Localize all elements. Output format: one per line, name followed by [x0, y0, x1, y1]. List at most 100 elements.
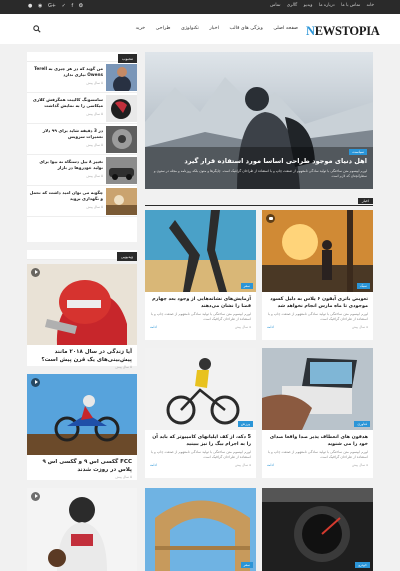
- list-item-date: ۵ سال پیش: [86, 205, 103, 209]
- nav-item-news[interactable]: اخبار: [209, 26, 219, 31]
- post-meta: ۵ سال پیش ادامه: [262, 322, 373, 329]
- user-icon[interactable]: ●: [28, 3, 32, 9]
- post-date: ۵ سال پیش: [351, 463, 368, 468]
- thumbnail-image: [106, 95, 137, 122]
- category-badge[interactable]: فناوری: [354, 421, 370, 427]
- top-link[interactable]: گالری: [287, 3, 297, 8]
- nav-item-tech[interactable]: تکنولوژی: [181, 26, 199, 31]
- camera-icon[interactable]: [266, 214, 275, 223]
- list-item-date: ۵ سال پیش: [86, 174, 103, 178]
- post-title[interactable]: آیا زندگی در سال ۲۰۱۸ مانند پیش‌بینی‌های…: [27, 345, 137, 364]
- top-bar: خانه تماس با ما درباره ما ویدیو گالری تم…: [0, 0, 400, 14]
- thumbnail-image: [106, 188, 137, 215]
- post-excerpt: لورم ایپسوم متن ساختگی با تولید سادگی نا…: [150, 450, 251, 460]
- post-title[interactable]: FCC گکسی اس ۹ و گکسی اس ۹ پلاس در روزت ش…: [27, 455, 137, 474]
- post-title[interactable]: آزمایش‌های نشانه‌هایی از وجود بعد چهارم …: [145, 292, 256, 310]
- post-image: سفر: [145, 488, 256, 571]
- post-date: ۵ سال پیش: [115, 475, 132, 479]
- post-date: ۵ سال پیش: [234, 463, 251, 468]
- header: NEWSTOPIA صفحه اصلی ویژگی های قالب اخبار…: [0, 14, 400, 44]
- category-badge[interactable]: سیاست: [349, 149, 367, 155]
- post-excerpt: لورم ایپسوم متن ساختگی با تولید سادگی نا…: [267, 312, 368, 322]
- list-item[interactable]: چگونه می توان امید داشت که تحمل و نگهدار…: [27, 186, 137, 217]
- post-date: ۵ سال پیش: [351, 325, 368, 330]
- post-image: فناوری: [262, 348, 373, 430]
- top-link[interactable]: خانه: [367, 3, 374, 8]
- play-icon[interactable]: [31, 378, 40, 387]
- play-icon[interactable]: [31, 268, 40, 277]
- top-link[interactable]: تماس: [270, 3, 280, 8]
- news-card[interactable]: ورزش 5 دکه، از کف اپلیانهای کامپیوتر که …: [145, 348, 256, 478]
- nav-item-design[interactable]: طراحی: [156, 26, 171, 31]
- search-icon[interactable]: [33, 25, 41, 33]
- read-more-link[interactable]: ادامه: [267, 463, 274, 467]
- post-meta: ۵ سال پیش ادامه: [262, 460, 373, 467]
- site-logo[interactable]: NEWSTOPIA: [306, 24, 380, 39]
- news-card[interactable]: سفر آزمایش‌های نشانه‌هایی از وجود بعد چه…: [145, 210, 256, 340]
- video-post[interactable]: [27, 488, 137, 571]
- main-nav: صفحه اصلی ویژگی های قالب اخبار تکنولوژی …: [127, 26, 298, 31]
- post-image: [27, 264, 137, 345]
- page: خانه تماس با ما درباره ما ویدیو گالری تم…: [0, 0, 400, 571]
- category-badge[interactable]: سفر: [240, 562, 253, 568]
- post-image: خودرو: [262, 488, 373, 571]
- featured-title[interactable]: اهل دنیای موجود طراحی اساسا مورد استفاده…: [151, 157, 367, 166]
- list-item-date: ۵ سال پیش: [86, 81, 103, 85]
- category-badge[interactable]: سفر: [240, 283, 253, 289]
- list-item-title: من گوید که در هر چیزی به Terell Owens نی…: [34, 66, 103, 77]
- top-link[interactable]: ویدیو: [304, 3, 313, 8]
- post-title[interactable]: هدفون های انعطاف پذیر صدا واقعا صدای خود…: [262, 430, 373, 448]
- nav-item-home[interactable]: صفحه اصلی: [273, 26, 298, 31]
- video-post[interactable]: آیا زندگی در سال ۲۰۱۸ مانند پیش‌بینی‌های…: [27, 264, 137, 369]
- video-post[interactable]: FCC گکسی اس ۹ و گکسی اس ۹ پلاس در روزت ش…: [27, 374, 137, 480]
- top-link[interactable]: درباره ما: [319, 3, 335, 8]
- read-more-link[interactable]: ادامه: [267, 325, 274, 329]
- list-item[interactable]: تغییر ۸ بیل دستگاه نه بیوا برای تولید خو…: [27, 155, 137, 186]
- news-section-header: اخبار: [145, 198, 373, 206]
- sidebar-header: محبوب: [27, 52, 137, 63]
- post-title[interactable]: 5 دکه، از کف اپلیانهای کامپیوتر که باید …: [145, 430, 256, 448]
- category-badge[interactable]: سبک: [357, 283, 370, 289]
- post-date: ۵ سال پیش: [115, 365, 132, 369]
- news-card[interactable]: سبک تعویض باتری آیفون ۶ پلاس به دلیل کسو…: [262, 210, 373, 340]
- sidebar-tag: ویدیویی: [116, 252, 137, 261]
- post-image: [27, 374, 137, 455]
- sidebar-video-header: ویدیویی: [27, 250, 137, 262]
- thumbnail-image: [106, 126, 137, 153]
- news-card[interactable]: فناوری هدفون های انعطاف پذیر صدا واقعا ص…: [262, 348, 373, 478]
- rss-icon[interactable]: ◉: [38, 3, 42, 9]
- top-link[interactable]: تماس با ما: [341, 3, 360, 8]
- thumbnail-image: [106, 157, 137, 184]
- post-image: سفر: [145, 210, 256, 292]
- category-badge[interactable]: ورزش: [237, 421, 253, 427]
- nav-item-features[interactable]: ویژگی های قالب: [229, 26, 262, 31]
- list-item[interactable]: من گوید که در هر چیزی به Terell Owens نی…: [27, 62, 137, 93]
- post-meta: ۵ سال پیش ادامه: [145, 322, 256, 329]
- nav-item-shop[interactable]: خرید: [136, 26, 145, 31]
- news-card[interactable]: سفر: [145, 488, 256, 571]
- twitter-icon[interactable]: ✓: [62, 3, 66, 9]
- thumbnail-image: [106, 64, 137, 91]
- dribbble-icon[interactable]: ❂: [79, 3, 83, 9]
- featured-post[interactable]: سیاست اهل دنیای موجود طراحی اساسا مورد ا…: [145, 52, 373, 189]
- list-item-date: ۵ سال پیش: [86, 143, 103, 147]
- list-item[interactable]: سامسونگ کالیبت همگرفش کلاری میکاسی را به…: [27, 93, 137, 124]
- list-item-title: چگونه می توان امید داشت که تحمل و نگهدار…: [29, 190, 103, 201]
- category-badge[interactable]: خودرو: [355, 562, 370, 568]
- post-image: [27, 488, 137, 571]
- social-links: ● ◉ G+ ✓ f ❂: [28, 3, 87, 9]
- read-more-link[interactable]: ادامه: [150, 325, 157, 329]
- featured-excerpt: لورم ایپسوم متن ساختگی با تولید سادگی نا…: [153, 169, 367, 178]
- read-more-link[interactable]: ادامه: [150, 463, 157, 467]
- post-image: ورزش: [145, 348, 256, 430]
- list-item-title: تغییر ۸ بیل دستگاه نه بیوا برای تولید خو…: [39, 159, 103, 170]
- facebook-icon[interactable]: f: [71, 3, 73, 9]
- post-date: ۵ سال پیش: [234, 325, 251, 330]
- sidebar-popular: محبوب من گوید که در هر چیزی به Terell Ow…: [27, 52, 137, 242]
- list-item[interactable]: در 3 دقیقه شاید برای ۹۹ دلار تعمیرات سرو…: [27, 124, 137, 155]
- play-icon[interactable]: [31, 492, 40, 501]
- news-card[interactable]: خودرو: [262, 488, 373, 571]
- post-excerpt: لورم ایپسوم متن ساختگی با تولید سادگی نا…: [267, 450, 368, 460]
- google-plus-icon[interactable]: G+: [48, 3, 56, 9]
- post-title[interactable]: تعویض باتری آیفون ۶ پلاس به دلیل کسود مو…: [262, 292, 373, 310]
